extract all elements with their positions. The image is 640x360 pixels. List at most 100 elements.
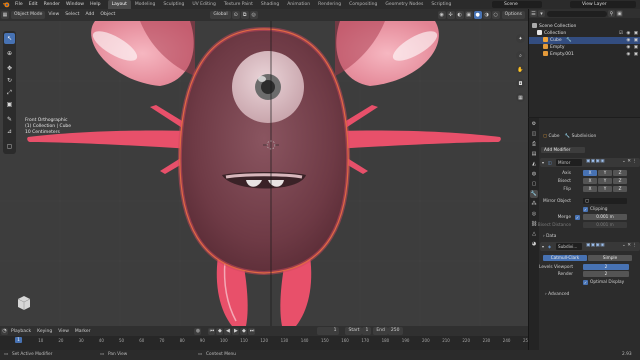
ortho-toggle-icon[interactable]: ▦ xyxy=(516,93,525,102)
timeline-menu-view[interactable]: View xyxy=(55,329,72,334)
viewport-menu-object[interactable]: Object xyxy=(97,9,118,21)
editor-type-icon[interactable]: ▦ xyxy=(1,11,9,19)
outliner-row-scene-collection[interactable]: Scene Collection xyxy=(529,23,640,30)
measure-tool-icon[interactable]: ⊿ xyxy=(4,126,15,137)
view-layer-tab-icon[interactable]: ▤ xyxy=(530,150,538,158)
scale-tool-icon[interactable]: ⤢ xyxy=(4,87,15,98)
playhead[interactable]: 1 xyxy=(15,337,22,343)
pan-hand-icon[interactable]: ✋ xyxy=(516,65,525,74)
bisect-axis-z[interactable]: Z xyxy=(613,178,627,184)
prev-key-icon[interactable]: ◆ xyxy=(216,327,224,335)
rendered-shading-icon[interactable]: ○ xyxy=(491,11,500,19)
visibility-toggles[interactable]: ◉ ▣ xyxy=(626,44,639,51)
select-box-tool-icon[interactable]: ↖ xyxy=(4,33,15,44)
jump-start-icon[interactable]: ⏮ xyxy=(208,327,216,335)
record-icon[interactable]: ● xyxy=(194,327,202,335)
end-frame-field[interactable]: 250 xyxy=(387,327,403,335)
output-tab-icon[interactable]: ⎙ xyxy=(530,140,538,148)
view-layer-selector[interactable]: View Layer xyxy=(570,1,636,8)
add-modifier-button[interactable]: Add Modifier xyxy=(541,147,585,153)
subdivision-name-field[interactable]: Subdivi... xyxy=(556,243,582,250)
play-reverse-icon[interactable]: ◀ xyxy=(224,327,232,335)
workspace-tab-scripting[interactable]: Scripting xyxy=(427,0,455,9)
pivot-icon[interactable]: ⊙ xyxy=(231,11,240,19)
mode-selector[interactable]: Object Mode xyxy=(11,11,46,19)
visibility-toggles[interactable]: ◉ ▣ xyxy=(626,51,639,58)
visibility-icon[interactable]: ◉ xyxy=(437,11,446,19)
blender-logo-icon[interactable] xyxy=(2,1,10,9)
outliner-row-empty-001[interactable]: Empty.001 ◉ ▣ xyxy=(529,51,640,58)
outliner-row-cube[interactable]: Cube 🔧 ◉ ▣ xyxy=(529,37,640,44)
gizmo-icon[interactable]: ✣ xyxy=(446,11,455,19)
flip-axis-x[interactable]: X xyxy=(583,186,597,192)
outliner-row-collection[interactable]: Collection ☑ ◉ ▣ xyxy=(529,30,640,37)
menu-render[interactable]: Render xyxy=(41,0,63,9)
scene-tab-icon[interactable]: ◭ xyxy=(530,160,538,168)
timeline-menu-marker[interactable]: Marker xyxy=(72,329,94,334)
workspace-tab-rendering[interactable]: Rendering xyxy=(314,0,345,9)
zoom-icon[interactable]: ⌕ xyxy=(516,51,525,60)
collapse-icon[interactable]: ▾ xyxy=(542,244,544,249)
timeline-track[interactable]: 1 01020304050607080901001101201301401501… xyxy=(0,336,531,350)
snap-icon[interactable]: ⧉ xyxy=(240,11,249,19)
annotate-tool-icon[interactable]: ✎ xyxy=(4,114,15,125)
modifier-toggle-icons[interactable]: ▣▣▣▣ xyxy=(586,243,605,248)
flip-axis-z[interactable]: Z xyxy=(613,186,627,192)
add-cube-tool-icon[interactable]: ▢ xyxy=(4,141,15,152)
solid-shading-icon[interactable]: ● xyxy=(473,11,482,19)
timeline-menu-playback[interactable]: Playback xyxy=(8,329,34,334)
mirror-axis-x[interactable]: X xyxy=(583,170,597,176)
merge-checkbox[interactable]: ✓ xyxy=(575,215,580,220)
outliner-editor-icon[interactable]: ☰ xyxy=(530,10,537,17)
workspace-tab-sculpting[interactable]: Sculpting xyxy=(159,0,188,9)
proportional-edit-icon[interactable]: ◎ xyxy=(249,11,258,19)
start-frame-field[interactable]: 1 xyxy=(362,327,372,335)
menu-file[interactable]: File xyxy=(12,0,26,9)
collapse-icon[interactable]: ▾ xyxy=(542,160,544,165)
mirror-modifier-header[interactable]: ▾ ◫ Mirror ▣▣▣▣ ⌄ ✕ ⋮ xyxy=(540,158,640,167)
bisect-axis-y[interactable]: Y xyxy=(598,178,612,184)
camera-view-icon[interactable]: ◘ xyxy=(516,79,525,88)
menu-edit[interactable]: Edit xyxy=(26,0,41,9)
data-tab-icon[interactable]: △ xyxy=(530,230,538,238)
workspace-tab-modeling[interactable]: Modeling xyxy=(131,0,159,9)
bisect-axis-x[interactable]: X xyxy=(583,178,597,184)
nav-gizmo-x-icon[interactable]: ✦ xyxy=(516,34,525,43)
outliner-row-empty[interactable]: Empty ◉ ▣ xyxy=(529,44,640,51)
simple-button[interactable]: Simple xyxy=(588,255,632,261)
timeline-editor-icon[interactable]: ◔ xyxy=(1,327,8,335)
workspace-tab-texture-paint[interactable]: Texture Paint xyxy=(220,0,257,9)
optimal-display-checkbox[interactable]: ✓ xyxy=(583,280,588,285)
workspace-tab-compositing[interactable]: Compositing xyxy=(345,0,381,9)
data-subpanel[interactable]: › Data xyxy=(543,234,556,239)
filter-icon[interactable]: ⚲ xyxy=(608,10,615,17)
render-levels-field[interactable]: 2 xyxy=(583,271,629,277)
next-key-icon[interactable]: ◆ xyxy=(240,327,248,335)
transform-orientation-selector[interactable]: Global xyxy=(210,11,231,19)
mirror-object-field[interactable]: ▢ xyxy=(583,198,627,204)
workspace-tab-animation[interactable]: Animation xyxy=(283,0,314,9)
tool-tab-icon[interactable]: ⚙ xyxy=(530,120,538,128)
current-frame-field[interactable]: 1 xyxy=(317,327,340,335)
clipping-checkbox[interactable]: ✓ xyxy=(583,207,588,212)
flip-axis-y[interactable]: Y xyxy=(598,186,612,192)
levels-viewport-field[interactable]: 2 xyxy=(583,264,629,270)
outliner-search-input[interactable] xyxy=(547,10,607,17)
bisect-distance-field[interactable]: 0.001 m xyxy=(583,222,627,228)
transform-tool-icon[interactable]: ▣ xyxy=(4,99,15,110)
mirror-axis-y[interactable]: Y xyxy=(598,170,612,176)
subdivision-modifier-header[interactable]: ▾ ◈ Subdivi... ▣▣▣▣ ⌄ ✕ ⋮ xyxy=(540,242,640,251)
material-tab-icon[interactable]: ◕ xyxy=(530,240,538,248)
render-tab-icon[interactable]: ◫ xyxy=(530,130,538,138)
viewport-menu-select[interactable]: Select xyxy=(62,9,82,21)
workspace-tab-layout[interactable]: Layout xyxy=(107,0,131,9)
workspace-tab-geometry-nodes[interactable]: Geometry Nodes xyxy=(381,0,427,9)
play-icon[interactable]: ▶ xyxy=(232,327,240,335)
viewport-menu-view[interactable]: View xyxy=(45,9,62,21)
modifier-menu-icons[interactable]: ⌄ ✕ ⋮ xyxy=(622,243,637,248)
catmull-clark-button[interactable]: Catmull-Clark xyxy=(543,255,587,261)
scene-selector[interactable]: Scene xyxy=(492,1,542,8)
merge-distance-field[interactable]: 0.001 m xyxy=(583,214,627,220)
material-preview-icon[interactable]: ◑ xyxy=(482,11,491,19)
xray-icon[interactable]: ▣ xyxy=(464,11,473,19)
